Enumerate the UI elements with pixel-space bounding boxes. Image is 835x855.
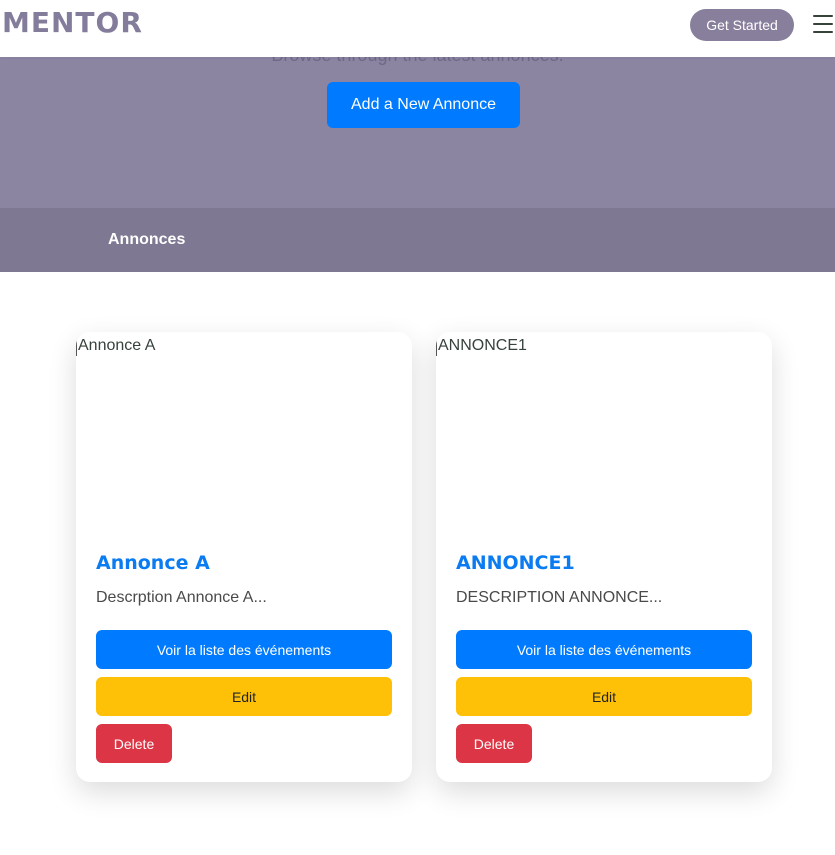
hamburger-menu-icon[interactable] xyxy=(813,15,833,33)
annonce-title[interactable]: Annonce A xyxy=(96,552,210,574)
annonce-description: Descrption Annonce A... xyxy=(96,589,267,606)
hero-section: Browse through the latest annonces. Add … xyxy=(0,57,835,208)
annonce-title[interactable]: ANNONCE1 xyxy=(456,552,575,574)
image-alt-text: Annonce A xyxy=(78,337,156,354)
menu-bar xyxy=(813,31,833,33)
annonce-card: ANNONCE1 ANNONCE1 DESCRIPTION ANNONCE...… xyxy=(436,332,772,782)
edit-button[interactable]: Edit xyxy=(456,677,752,716)
menu-bar xyxy=(813,23,833,25)
edit-button[interactable]: Edit xyxy=(96,677,392,716)
annonce-description: DESCRIPTION ANNONCE... xyxy=(456,589,663,606)
get-started-button[interactable]: Get Started xyxy=(690,9,794,41)
image-alt-text: ANNONCE1 xyxy=(438,337,527,354)
delete-button[interactable]: Delete xyxy=(96,724,172,763)
view-events-button[interactable]: Voir la liste des événements xyxy=(96,630,392,669)
site-header: MENTOR Get Started xyxy=(0,0,835,57)
delete-button[interactable]: Delete xyxy=(456,724,532,763)
view-events-button[interactable]: Voir la liste des événements xyxy=(456,630,752,669)
annonce-image: Annonce A xyxy=(76,332,412,532)
page-title: Annonces xyxy=(108,231,186,248)
hero-subtitle: Browse through the latest annonces. xyxy=(0,57,835,66)
menu-bar xyxy=(813,15,833,17)
annonce-image: ANNONCE1 xyxy=(436,332,772,532)
breadcrumb-band: Annonces xyxy=(0,208,835,272)
annonce-card: Annonce A Annonce A Descrption Annonce A… xyxy=(76,332,412,782)
site-logo[interactable]: MENTOR xyxy=(2,6,143,39)
add-annonce-button[interactable]: Add a New Annonce xyxy=(327,82,520,128)
